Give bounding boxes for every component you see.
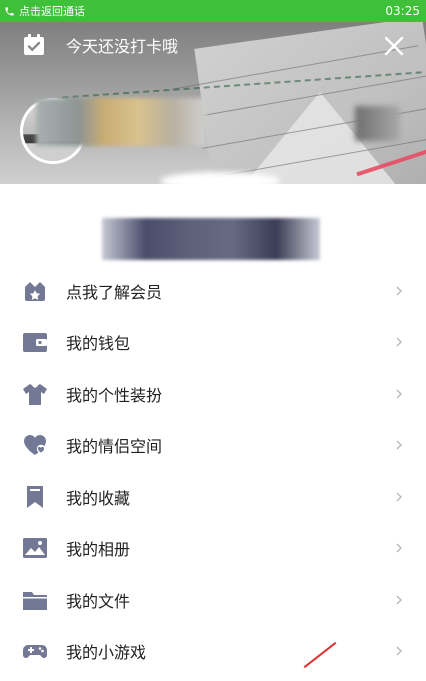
wallet-icon — [22, 329, 48, 355]
vip-bag-icon — [22, 278, 48, 304]
menu-list: 点我了解会员 我的钱包 我的个性装扮 我的情侣空间 我的收藏 我的相册 我的文件… — [0, 265, 426, 677]
menu-item-label: 我的钱包 — [66, 334, 131, 354]
photo-icon — [22, 535, 48, 561]
blurred-profile-info — [36, 98, 206, 146]
chevron-right-icon — [396, 286, 402, 296]
menu-item-wallet[interactable]: 我的钱包 — [0, 317, 426, 369]
chevron-right-icon — [396, 389, 402, 399]
chevron-right-icon — [396, 337, 402, 347]
menu-item-dressup[interactable]: 我的个性装扮 — [0, 368, 426, 420]
return-call-label: 点击返回通话 — [19, 5, 85, 18]
menu-item-label: 我的情侣空间 — [66, 437, 163, 457]
menu-item-label: 我的收藏 — [66, 488, 131, 508]
menu-item-label: 我的文件 — [66, 591, 131, 611]
chevron-right-icon — [396, 543, 402, 553]
menu-item-couple-space[interactable]: 我的情侣空间 — [0, 420, 426, 472]
gamepad-icon — [22, 638, 48, 664]
close-button[interactable] — [382, 34, 406, 58]
menu-item-label: 我的相册 — [66, 540, 131, 560]
menu-item-files[interactable]: 我的文件 — [0, 574, 426, 626]
menu-item-label: 点我了解会员 — [66, 282, 163, 302]
heart-icon — [22, 432, 48, 458]
bookmark-icon — [22, 484, 48, 510]
chevron-right-icon — [396, 646, 402, 656]
phone-icon — [5, 6, 14, 16]
header-edge — [160, 172, 280, 190]
tshirt-icon — [22, 381, 48, 407]
chevron-right-icon — [396, 595, 402, 605]
status-bar[interactable]: 点击返回通话 03:25 — [0, 0, 426, 22]
calendar-check-icon — [24, 34, 44, 55]
menu-item-mini-games[interactable]: 我的小游戏 — [0, 626, 426, 678]
folder-icon — [22, 587, 48, 613]
menu-item-favorites[interactable]: 我的收藏 — [0, 471, 426, 523]
chevron-right-icon — [396, 440, 402, 450]
menu-item-album[interactable]: 我的相册 — [0, 523, 426, 575]
close-icon — [384, 36, 404, 56]
blurred-region — [355, 106, 400, 141]
menu-item-vip[interactable]: 点我了解会员 — [0, 265, 426, 317]
checkin-text: 今天还没打卡哦 — [66, 37, 179, 56]
chevron-right-icon — [396, 492, 402, 502]
checkin-reminder[interactable]: 今天还没打卡哦 — [22, 33, 178, 57]
menu-item-label: 我的个性装扮 — [66, 385, 163, 405]
return-to-call[interactable]: 点击返回通话 — [4, 3, 85, 19]
menu-item-label: 我的小游戏 — [66, 643, 147, 663]
blurred-nickname[interactable] — [102, 218, 320, 260]
clock: 03:25 — [385, 4, 420, 18]
